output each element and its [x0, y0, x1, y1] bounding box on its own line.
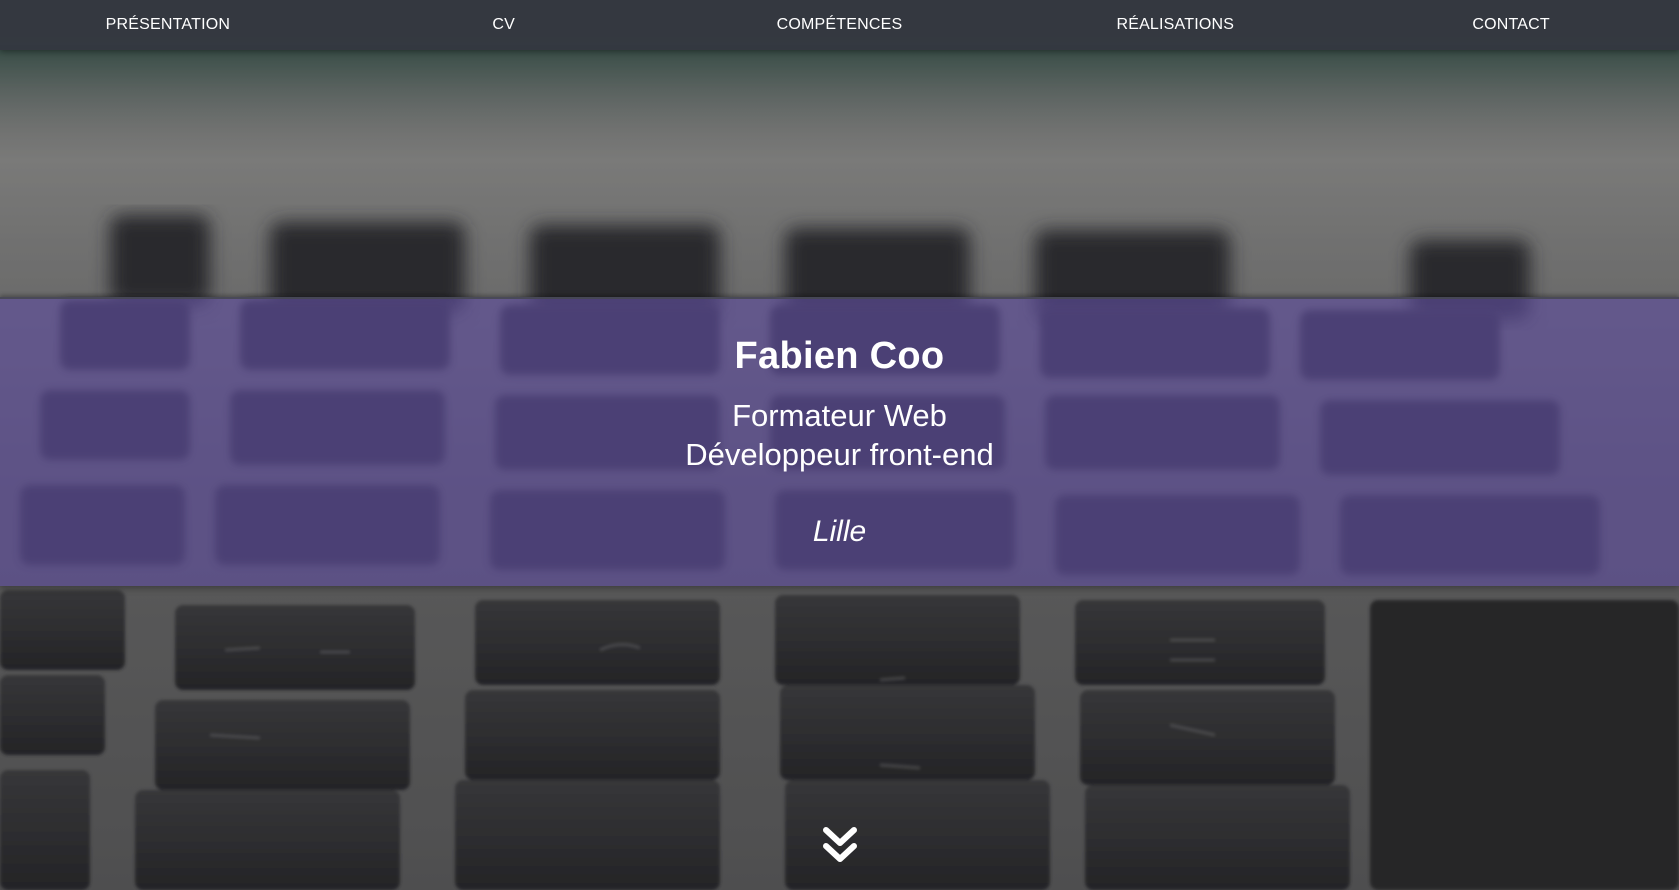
nav-link-cv[interactable]: CV — [336, 16, 672, 34]
double-chevron-down-icon[interactable] — [822, 826, 858, 866]
nav-link-realisations[interactable]: RÉALISATIONS — [1007, 16, 1343, 34]
hero-city: Lille — [812, 515, 867, 548]
nav-link-competences[interactable]: COMPÉTENCES — [672, 16, 1008, 34]
top-navigation: PRÉSENTATION CV COMPÉTENCES RÉALISATIONS… — [0, 0, 1679, 50]
hero-banner: Fabien Coo Formateur Web Développeur fro… — [0, 297, 1679, 586]
nav-link-presentation[interactable]: PRÉSENTATION — [0, 16, 336, 34]
nav-link-contact[interactable]: CONTACT — [1343, 16, 1679, 34]
hero-role-line-1: Formateur Web — [732, 398, 947, 433]
page: PRÉSENTATION CV COMPÉTENCES RÉALISATIONS… — [0, 0, 1679, 890]
hero-name: Fabien Coo — [734, 335, 945, 377]
hero-role-line-2: Développeur front-end — [685, 437, 994, 472]
